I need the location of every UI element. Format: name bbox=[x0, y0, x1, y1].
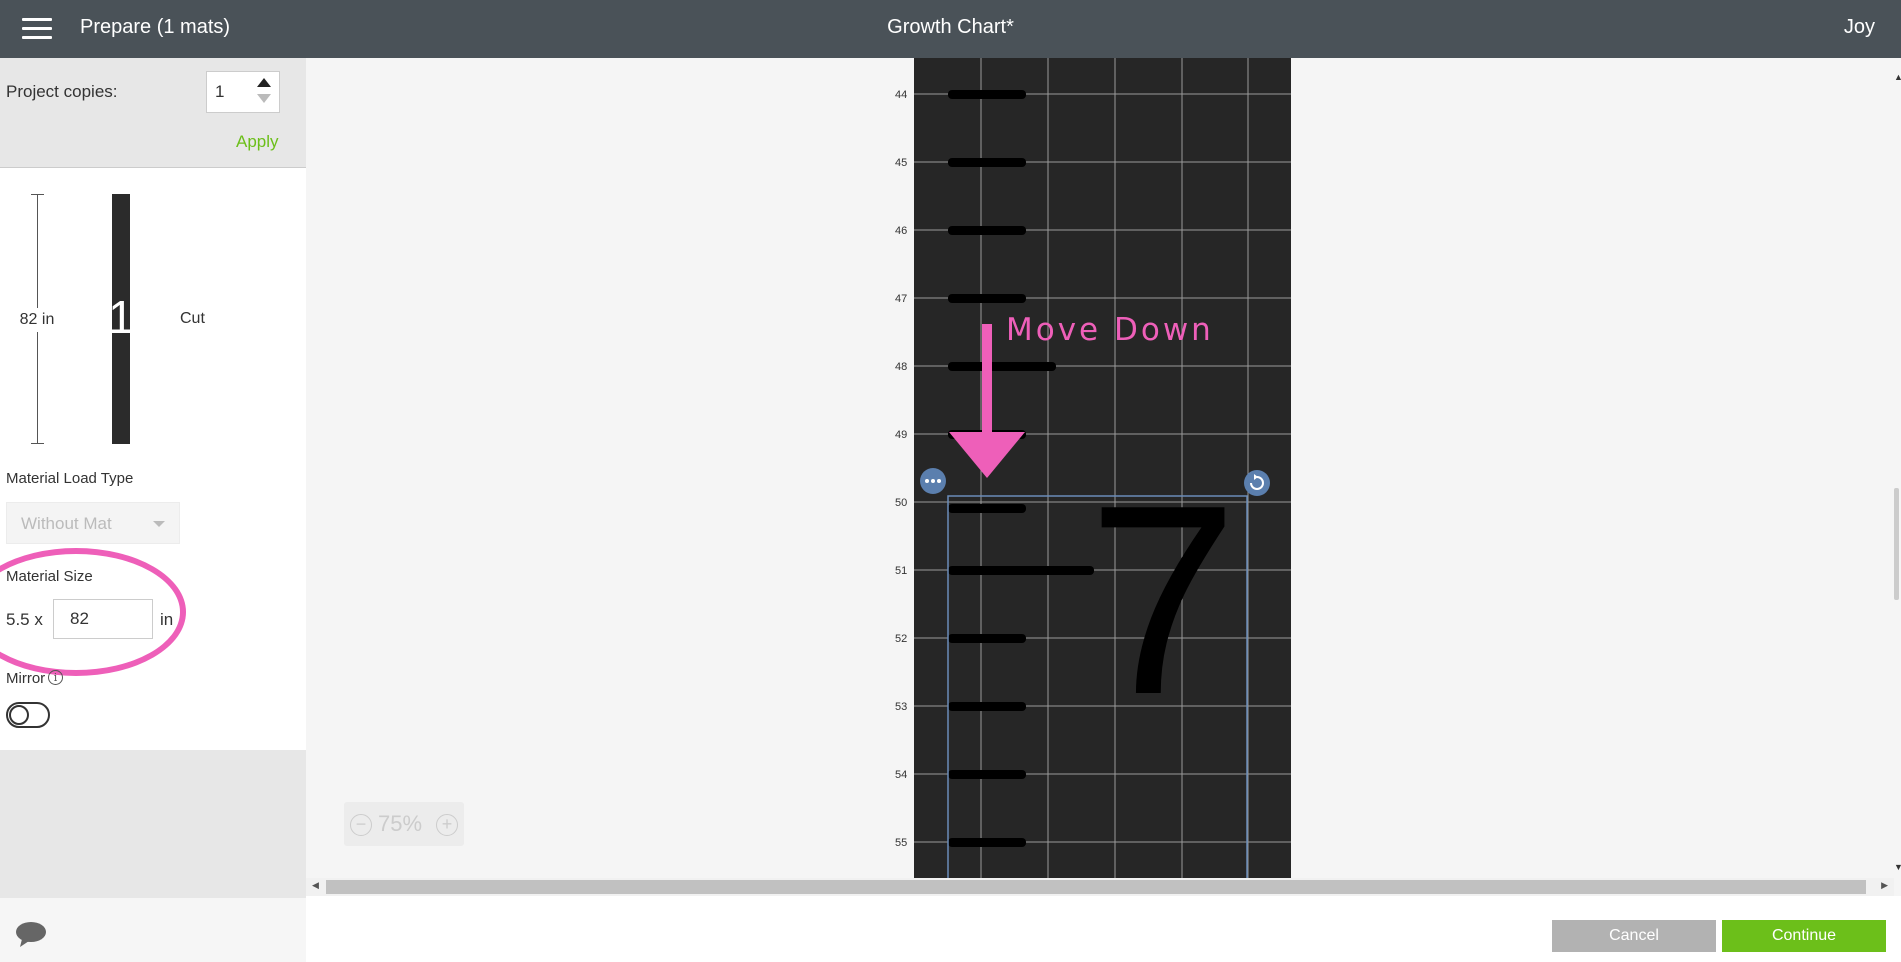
dimension-cap-top bbox=[31, 194, 44, 195]
material-width: 5.5 x bbox=[6, 610, 43, 629]
selected-glyph[interactable]: 7 bbox=[1088, 450, 1238, 751]
hamburger-menu-icon[interactable] bbox=[22, 18, 52, 40]
scroll-down-arrow-icon[interactable]: ▼ bbox=[1894, 862, 1901, 872]
canvas-area[interactable]: 44 45 46 47 48 49 50 51 52 53 54 55 7 Move Down ▲ ▼… bbox=[306, 58, 1901, 878]
ruler-mark bbox=[948, 504, 1026, 513]
ruler-label: 52 bbox=[895, 633, 907, 645]
ruler-mark bbox=[948, 702, 1026, 711]
mirror-toggle[interactable] bbox=[6, 702, 50, 728]
more-options-icon[interactable] bbox=[920, 468, 946, 494]
top-bar: Prepare (1 mats) Growth Chart* Joy bbox=[0, 0, 1901, 58]
info-icon[interactable]: i bbox=[48, 670, 63, 685]
ruler-mark bbox=[948, 566, 1094, 575]
material-length-input[interactable] bbox=[53, 599, 153, 639]
horizontal-scrollbar[interactable]: ◀ ▶ bbox=[306, 878, 1894, 896]
ruler-label: 54 bbox=[895, 769, 907, 781]
stepper-up-arrow-icon[interactable] bbox=[257, 78, 271, 87]
material-load-type-label: Material Load Type bbox=[6, 470, 134, 487]
stepper-down-arrow-icon[interactable] bbox=[257, 94, 271, 103]
zoom-out-icon[interactable]: − bbox=[350, 814, 372, 836]
continue-button[interactable]: Continue bbox=[1722, 920, 1886, 952]
ruler-label: 46 bbox=[895, 225, 907, 237]
chevron-down-icon bbox=[153, 521, 165, 527]
mat-preview[interactable]: 44 45 46 47 48 49 50 51 52 53 54 55 7 Move Down bbox=[306, 58, 1901, 878]
ruler-label: 55 bbox=[895, 837, 907, 849]
ruler-mark bbox=[948, 770, 1026, 779]
ruler-label: 48 bbox=[895, 361, 907, 373]
ruler-label: 45 bbox=[895, 157, 907, 169]
mat-number: 1 bbox=[108, 291, 134, 343]
horizontal-scrollbar-thumb[interactable] bbox=[326, 880, 1866, 894]
ruler-mark bbox=[948, 158, 1026, 167]
footer: Cancel Continue bbox=[306, 896, 1901, 962]
ruler-label: 53 bbox=[895, 701, 907, 713]
project-copies-panel: Project copies: 1 Apply bbox=[0, 58, 306, 168]
project-copies-label: Project copies: bbox=[6, 82, 118, 101]
sidebar: Project copies: 1 Apply 82 in 1 Cut Mate… bbox=[0, 58, 306, 962]
material-unit: in bbox=[160, 610, 174, 629]
zoom-level: 75% bbox=[378, 811, 423, 836]
ruler-mark bbox=[948, 838, 1026, 847]
ruler-mark bbox=[948, 362, 1056, 371]
ruler-labels: 44 45 46 47 48 49 50 51 52 53 54 55 bbox=[895, 89, 907, 849]
material-load-type-value: Without Mat bbox=[21, 514, 112, 533]
annotation-arrow-shaft bbox=[982, 324, 992, 434]
zoom-control: − 75% + bbox=[344, 802, 464, 846]
scroll-left-arrow-icon[interactable]: ◀ bbox=[312, 880, 319, 891]
ruler-mark bbox=[948, 634, 1026, 643]
annotation-text: Move Down bbox=[1006, 312, 1214, 348]
ruler-label: 51 bbox=[895, 565, 907, 577]
scroll-up-arrow-icon[interactable]: ▲ bbox=[1894, 72, 1901, 82]
project-copies-value[interactable]: 1 bbox=[215, 82, 224, 102]
scroll-right-arrow-icon[interactable]: ▶ bbox=[1881, 880, 1888, 891]
page-title: Prepare (1 mats) bbox=[80, 16, 231, 38]
mirror-label: Mirror bbox=[6, 670, 46, 687]
ruler-mark bbox=[948, 226, 1026, 235]
toggle-knob bbox=[9, 705, 29, 725]
speech-bubble-icon[interactable] bbox=[14, 920, 48, 948]
document-title: Growth Chart* bbox=[887, 16, 1014, 38]
ruler-label: 47 bbox=[895, 293, 907, 305]
cancel-button[interactable]: Cancel bbox=[1552, 920, 1716, 952]
ruler-label: 44 bbox=[895, 89, 907, 101]
mat-length-label: 82 in bbox=[12, 308, 62, 332]
ruler-label: 50 bbox=[895, 497, 907, 509]
rotate-icon[interactable] bbox=[1244, 470, 1270, 496]
ruler-label: 49 bbox=[895, 429, 907, 441]
ruler-mark bbox=[948, 90, 1026, 99]
apply-button[interactable]: Apply bbox=[236, 132, 279, 152]
material-load-type-select[interactable]: Without Mat bbox=[6, 502, 180, 544]
ruler-mark bbox=[948, 294, 1026, 303]
project-copies-stepper[interactable]: 1 bbox=[206, 71, 280, 113]
material-size-label: Material Size bbox=[6, 568, 93, 585]
dimension-cap-bottom bbox=[31, 443, 44, 444]
zoom-in-icon[interactable]: + bbox=[436, 814, 458, 836]
vertical-scrollbar-thumb[interactable] bbox=[1894, 488, 1899, 600]
mat-mode-label: Cut bbox=[180, 310, 205, 327]
user-name[interactable]: Joy bbox=[1844, 16, 1875, 39]
